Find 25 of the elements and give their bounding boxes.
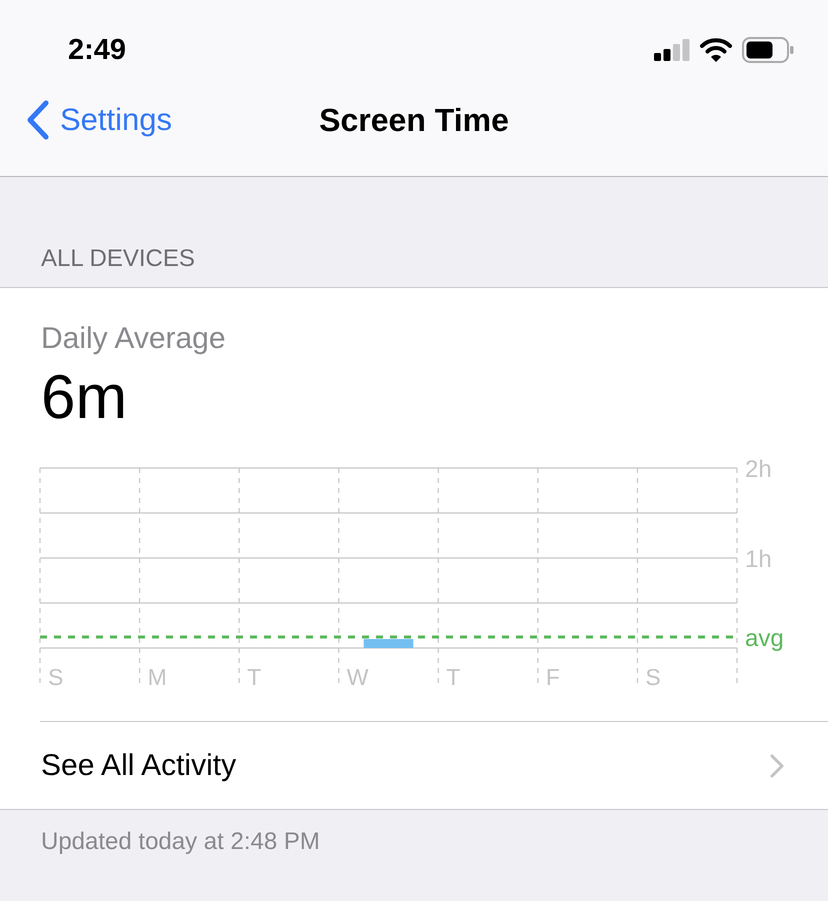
wifi-icon [700,38,732,62]
average-label: avg [745,625,784,652]
signal-icon [654,39,690,61]
day-label: W [346,664,368,690]
section-header: ALL DEVICES [41,245,195,273]
summary-label: Daily Average [41,322,227,356]
summary-value: 6m [41,362,128,433]
day-label: T [247,664,262,690]
updated-text: Updated today at 2:48 PM [41,828,320,855]
day-label: S [645,664,661,690]
link-label: See All Activity [41,748,236,782]
battery-icon [742,37,794,63]
chevron-right-icon [770,754,784,778]
chart-bar [364,639,414,648]
day-label: F [546,664,560,690]
status-time: 2:49 [68,34,126,66]
back-button[interactable]: Settings [26,100,172,140]
day-label: S [48,664,64,690]
axis-label: 2h [745,456,772,483]
day-label: M [148,664,167,690]
see-all-activity-link[interactable]: See All Activity [0,722,828,809]
nav-title: Screen Time [319,102,509,138]
axis-label: 1h [745,546,772,573]
chevron-left-icon [26,100,50,140]
day-label: T [446,664,460,690]
